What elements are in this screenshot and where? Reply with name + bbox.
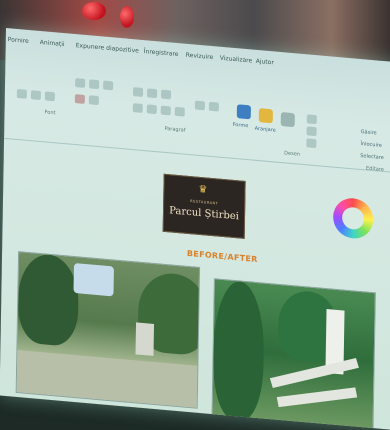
before-photo	[15, 251, 201, 409]
garden-path	[269, 357, 359, 389]
select-button[interactable]: Selectare	[360, 153, 384, 161]
grass-field	[16, 350, 198, 408]
shape-outline-tool[interactable]	[306, 126, 317, 137]
red-balloon	[120, 6, 134, 28]
font-color-tool[interactable]	[74, 94, 85, 104]
tab-home[interactable]: Pornire	[8, 36, 29, 45]
italic-tool[interactable]	[30, 90, 41, 101]
tab-record[interactable]: Înregistrare	[144, 48, 179, 58]
tree	[212, 279, 265, 422]
red-balloon	[82, 2, 106, 20]
bullets-tool[interactable]	[132, 87, 144, 97]
group-label-editing: Editare	[365, 165, 384, 174]
indent-tool[interactable]	[160, 89, 172, 100]
justify-tool[interactable]	[174, 106, 185, 117]
tab-review[interactable]: Revizuire	[186, 52, 214, 61]
slide-title: BEFORE/AFTER	[186, 248, 258, 265]
group-label-paragraph: Paragraf	[164, 125, 186, 134]
grow-font-tool[interactable]	[89, 79, 100, 90]
underline-tool[interactable]	[44, 91, 55, 102]
logo-name: Parcul Știrbei	[169, 205, 240, 223]
text-direction-tool[interactable]	[208, 101, 219, 112]
tree	[17, 252, 80, 348]
shapes-button[interactable]: Forme	[233, 122, 249, 129]
tab-slideshow[interactable]: Expunere diapozitive	[76, 42, 139, 55]
align-center-tool[interactable]	[146, 104, 157, 115]
font-size-tool[interactable]	[75, 78, 86, 88]
crown-icon: ♛	[198, 183, 208, 196]
shape-fill-tool[interactable]	[306, 114, 317, 125]
chapel-building	[135, 322, 155, 356]
align-right-tool[interactable]	[160, 105, 171, 116]
replace-button[interactable]: Înlocuire	[360, 141, 382, 149]
projected-slide: Pornire Animații Expunere diapozitive În…	[0, 28, 390, 430]
bold-tool[interactable]	[16, 88, 27, 99]
tab-animations[interactable]: Animații	[40, 39, 65, 48]
quick-styles-icon[interactable]	[280, 112, 295, 128]
align-left-tool[interactable]	[132, 103, 143, 113]
after-photo	[211, 278, 376, 430]
sky-patch	[73, 262, 114, 297]
arrange-button[interactable]: Aranjare	[255, 126, 276, 134]
group-label-font: Font	[44, 109, 56, 117]
garden-path	[276, 387, 358, 408]
tab-help[interactable]: Ajutor	[256, 58, 274, 67]
columns-tool[interactable]	[194, 100, 205, 111]
restaurant-logo: ♛ RESTAURANT Parcul Știrbei	[162, 173, 246, 239]
numbering-tool[interactable]	[146, 88, 158, 99]
shrink-font-tool[interactable]	[103, 80, 114, 91]
color-wheel-icon	[332, 196, 374, 241]
shape-effects-tool[interactable]	[306, 138, 317, 149]
find-button[interactable]: Găsire	[361, 129, 377, 136]
highlight-tool[interactable]	[88, 95, 99, 106]
tab-view[interactable]: Vizualizare	[220, 55, 253, 65]
shapes-icon[interactable]	[236, 104, 251, 120]
group-label-drawing: Desen	[284, 150, 301, 158]
arrange-icon[interactable]	[258, 108, 273, 124]
